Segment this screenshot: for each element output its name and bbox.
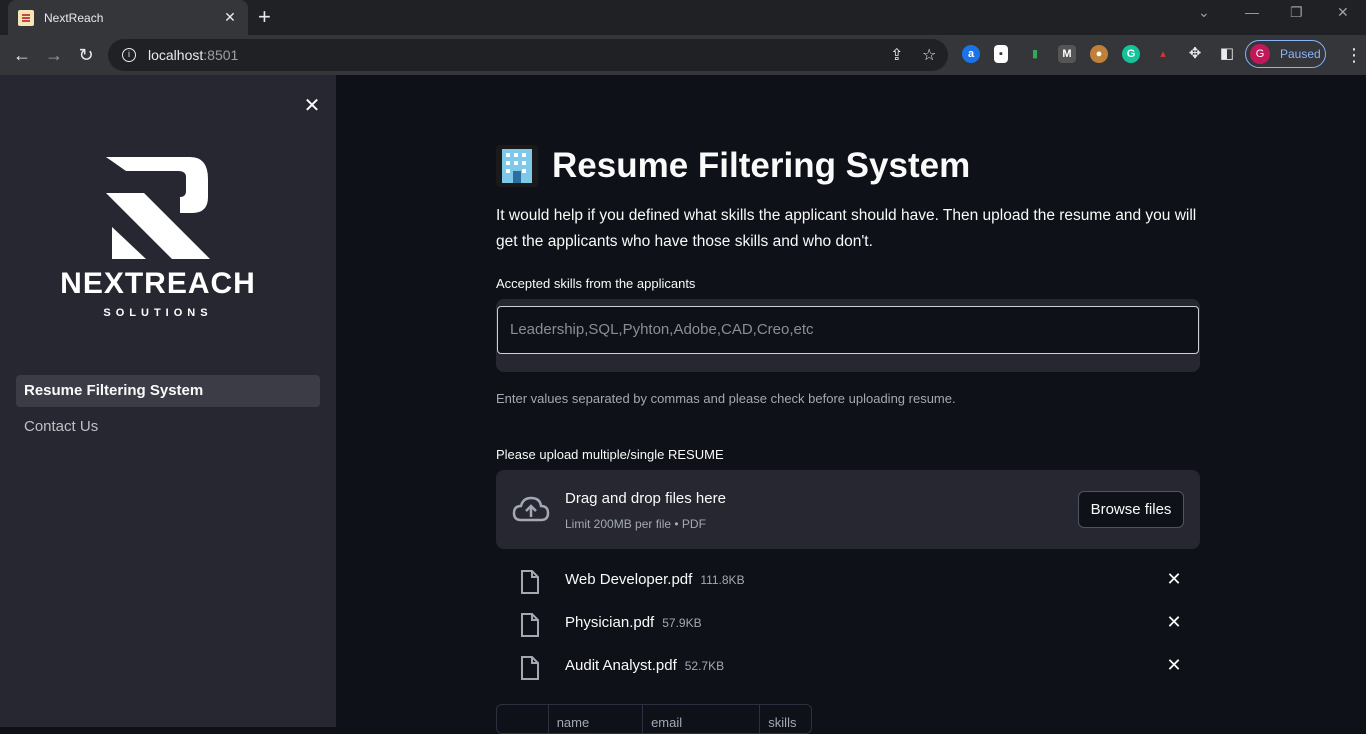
file-icon (521, 613, 539, 637)
browser-menu-icon[interactable]: ⋮ (1345, 44, 1363, 66)
page-title-text: Resume Filtering System (552, 146, 971, 185)
close-window-icon[interactable]: ✕ (1337, 4, 1349, 21)
file-icon (521, 656, 539, 680)
skills-textarea-container: Leadership,SQL,Pyhton,Adobe,CAD,Creo,etc (496, 299, 1200, 372)
remove-file-icon[interactable]: ✕ (1166, 569, 1182, 590)
file-name-row: Audit Analyst.pdf 52.7KB (565, 657, 724, 674)
close-sidebar-icon[interactable]: ✕ (302, 93, 322, 118)
logo-subtitle: SOLUTIONS (103, 307, 213, 319)
list-item: Audit Analyst.pdf 52.7KB ✕ (496, 647, 1200, 690)
extension-chart-icon[interactable]: ▮ (1026, 45, 1044, 63)
tab-title: NextReach (44, 10, 104, 25)
dropzone-title: Drag and drop files here (565, 490, 726, 507)
file-name: Physician.pdf (565, 614, 655, 631)
list-item: Physician.pdf 57.9KB ✕ (496, 604, 1200, 647)
close-tab-icon[interactable]: ✕ (222, 9, 238, 26)
url-port: :8501 (203, 47, 239, 63)
tab-search-icon[interactable]: ⌄ (1198, 4, 1210, 21)
sidebar-nav: Resume Filtering System Contact Us (16, 375, 320, 447)
extension-grammarly-icon[interactable]: G (1122, 45, 1140, 63)
main-content: Resume Filtering System It would help if… (336, 75, 1366, 734)
remove-file-icon[interactable]: ✕ (1166, 612, 1182, 633)
url-host: localhost (148, 47, 204, 63)
file-name-row: Physician.pdf 57.9KB (565, 614, 702, 631)
extension-a-icon[interactable]: a (962, 45, 980, 63)
browser-toolbar: ← → ↻ i localhost:8501 ⇪ ☆ a ▪ ▮ M ● G ▴… (0, 35, 1366, 75)
address-bar[interactable]: i localhost:8501 ⇪ ☆ (108, 39, 948, 71)
file-name: Audit Analyst.pdf (565, 657, 677, 674)
uploaded-files-list: Web Developer.pdf 111.8KB ✕ Physician.pdf… (496, 561, 1200, 690)
browse-files-button[interactable]: Browse files (1078, 491, 1184, 528)
site-info-icon[interactable]: i (122, 48, 136, 62)
extensions-puzzle-icon[interactable]: ✥ (1186, 45, 1204, 63)
avatar: G (1250, 44, 1270, 64)
extension-m-icon[interactable]: M (1058, 45, 1076, 63)
browser-tab[interactable]: NextReach ✕ (8, 0, 248, 35)
sidebar-item-resume-filtering[interactable]: Resume Filtering System (16, 375, 320, 407)
bookmark-star-icon[interactable]: ☆ (922, 45, 936, 65)
sidebar-item-contact-us[interactable]: Contact Us (16, 411, 320, 443)
dropzone-limit: Limit 200MB per file • PDF (565, 517, 706, 531)
table-header-name[interactable]: name (549, 705, 644, 733)
back-icon[interactable]: ← (11, 44, 33, 66)
file-size: 52.7KB (684, 659, 725, 673)
file-icon (521, 570, 539, 594)
forward-icon[interactable]: → (43, 44, 65, 66)
restore-icon[interactable]: ❐ (1290, 4, 1303, 21)
upload-label: Please upload multiple/single RESUME (496, 447, 724, 462)
page-title: Resume Filtering System (496, 145, 970, 187)
nextreach-r-mark (106, 157, 210, 259)
logo-wordmark: NEXTREACH (60, 267, 256, 300)
file-name-row: Web Developer.pdf 111.8KB (565, 571, 745, 588)
table-header-email[interactable]: email (643, 705, 761, 733)
side-panel-icon[interactable]: ◧ (1218, 45, 1236, 63)
nextreach-logo: NEXTREACH SOLUTIONS (60, 157, 260, 327)
skills-label: Accepted skills from the applicants (496, 276, 696, 291)
cloud-upload-icon (512, 496, 550, 522)
table-index-header (497, 705, 549, 733)
extension-doc-icon[interactable]: ▪ (994, 45, 1008, 63)
file-size: 111.8KB (700, 573, 745, 587)
remove-file-icon[interactable]: ✕ (1166, 655, 1182, 676)
extension-hat-icon[interactable]: ▴ (1154, 45, 1172, 63)
notepad-icon (18, 9, 34, 26)
table-header-skills[interactable]: skills (760, 705, 811, 733)
extension-cookie-icon[interactable]: ● (1090, 45, 1108, 63)
list-item: Web Developer.pdf 111.8KB ✕ (496, 561, 1200, 604)
skills-hint: Enter values separated by commas and ple… (496, 391, 956, 406)
reload-icon[interactable]: ↻ (75, 44, 97, 66)
page-description: It would help if you defined what skills… (496, 207, 1197, 250)
share-icon[interactable]: ⇪ (890, 45, 903, 65)
skills-input[interactable]: Leadership,SQL,Pyhton,Adobe,CAD,Creo,etc (497, 306, 1199, 354)
sidebar: ✕ NEXTREACH SOLUTIONS Resume Filtering S… (0, 75, 336, 727)
browser-tab-strip: NextReach ✕ + ⌄ — ❐ ✕ (0, 0, 1366, 35)
file-dropzone[interactable]: Drag and drop files here Limit 200MB per… (496, 470, 1200, 549)
results-table: name email skills (496, 704, 812, 734)
profile-status: Paused (1280, 47, 1321, 61)
file-name: Web Developer.pdf (565, 571, 693, 588)
file-size: 57.9KB (662, 616, 702, 630)
new-tab-icon[interactable]: + (258, 4, 271, 30)
minimize-icon[interactable]: — (1245, 4, 1259, 20)
profile-button[interactable]: G Paused (1245, 40, 1326, 68)
office-building-icon (496, 145, 538, 187)
